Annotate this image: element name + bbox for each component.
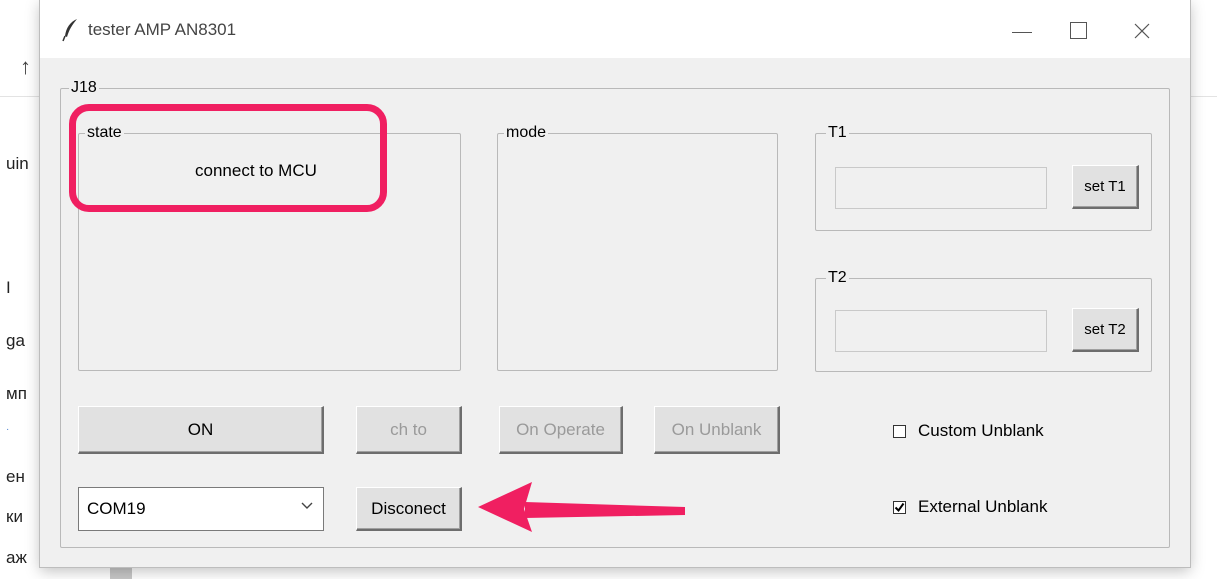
highlight-rectangle bbox=[69, 104, 387, 212]
on-operate-button[interactable]: On Operate bbox=[499, 406, 623, 454]
port-select[interactable]: COM19 bbox=[78, 487, 324, 531]
custom-unblank-checkbox[interactable]: Custom Unblank bbox=[893, 421, 1044, 441]
ch-to-button[interactable]: ch to bbox=[356, 406, 462, 454]
disconnect-button[interactable]: Disconect bbox=[356, 487, 462, 531]
set-t2-button[interactable]: set T2 bbox=[1072, 308, 1139, 352]
feather-icon bbox=[62, 19, 77, 42]
close-button[interactable] bbox=[1122, 14, 1162, 48]
background-dot: · bbox=[6, 424, 10, 435]
external-unblank-label: External Unblank bbox=[918, 497, 1048, 516]
t2-group: T2 set T2 bbox=[815, 268, 1152, 372]
annotation-arrow-icon bbox=[478, 482, 685, 532]
maximize-button[interactable] bbox=[1058, 14, 1098, 48]
t1-input[interactable] bbox=[835, 167, 1047, 209]
back-arrow-icon[interactable]: ↑ bbox=[20, 54, 31, 80]
j18-label: J18 bbox=[69, 78, 99, 98]
minimize-icon bbox=[1012, 32, 1032, 33]
background-scrollbar[interactable] bbox=[110, 565, 132, 579]
external-unblank-checkbox[interactable]: External Unblank bbox=[893, 497, 1047, 517]
close-icon bbox=[1134, 23, 1150, 39]
background-text: I bbox=[6, 278, 11, 297]
on-unblank-button[interactable]: On Unblank bbox=[654, 406, 780, 454]
set-t1-button[interactable]: set T1 bbox=[1072, 165, 1139, 209]
custom-unblank-label: Custom Unblank bbox=[918, 421, 1044, 440]
t2-input[interactable] bbox=[835, 310, 1047, 352]
on-button[interactable]: ON bbox=[78, 406, 324, 454]
chevron-down-icon bbox=[301, 502, 313, 509]
port-select-value: COM19 bbox=[87, 499, 146, 518]
background-text: uin bbox=[6, 154, 29, 173]
background-text: ки bbox=[6, 507, 23, 526]
t1-group: T1 set T1 bbox=[815, 123, 1152, 231]
mode-group: mode bbox=[497, 123, 778, 371]
background-text: ен bbox=[6, 467, 25, 486]
background-text: ga bbox=[6, 331, 25, 350]
background-text: аж bbox=[6, 548, 27, 567]
title-bar[interactable]: tester AMP AN8301 bbox=[40, 0, 1190, 58]
t2-label: T2 bbox=[826, 268, 849, 288]
background-text: мп bbox=[6, 384, 27, 403]
maximize-icon bbox=[1070, 22, 1087, 39]
checkmark-icon bbox=[894, 502, 905, 512]
t1-label: T1 bbox=[826, 123, 849, 143]
checkbox-box[interactable] bbox=[893, 500, 906, 514]
checkbox-box[interactable] bbox=[893, 424, 906, 438]
minimize-button[interactable] bbox=[1002, 14, 1042, 48]
mode-label: mode bbox=[504, 123, 549, 143]
window-title: tester AMP AN8301 bbox=[88, 20, 237, 39]
